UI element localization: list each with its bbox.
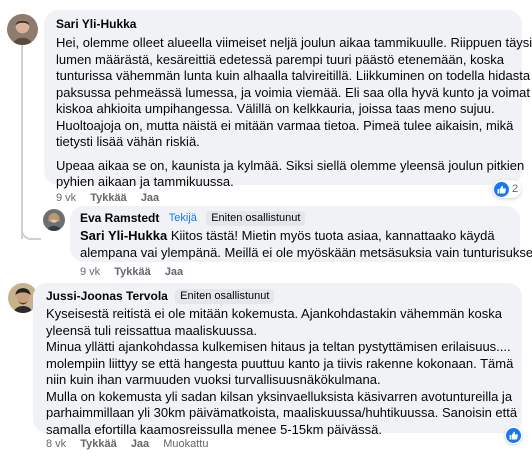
text-line: Kyseisestä reitistä ei ole mitään kokemu… <box>46 306 502 321</box>
like-button[interactable]: Tykkää <box>80 438 117 450</box>
comment-meta: 9 vk Tykkää Jaa <box>56 191 170 205</box>
comment-timestamp[interactable]: 9 vk <box>80 266 100 278</box>
comment-author: Jussi-Joonas Tervola Eniten osallistunut <box>46 289 509 304</box>
comment-timestamp[interactable]: 9 vk <box>56 192 76 204</box>
avatar[interactable] <box>43 209 65 231</box>
author-name[interactable]: Eva Ramstedt <box>80 211 159 225</box>
text-line: yleensä tuli reissattua maaliskuussa. <box>46 322 257 338</box>
author-name[interactable]: Jussi-Joonas Tervola <box>46 289 168 303</box>
top-contributor-badge: Eniten osallistunut <box>175 289 275 304</box>
comment-text: Kyseisestä reitistä ei ole mitään kokemu… <box>46 306 518 438</box>
text-line: tietysti lisää vähän riskiä. <box>56 134 200 149</box>
like-button[interactable]: Tykkää <box>90 192 127 204</box>
text-line: kiskoa ahkioita umpihangessa. Välillä on… <box>56 101 495 116</box>
like-button[interactable]: Tykkää <box>114 266 151 278</box>
text-line: Mulla on kokemusta yli sadan kilsan yksi… <box>46 388 513 404</box>
top-contributor-badge: Eniten osallistunut <box>206 211 306 226</box>
text-line: alempana vai ylempänä. Meillä ei ole myö… <box>80 244 532 260</box>
text-line: Huoltoajoja on, mutta näistä ei mitään v… <box>56 117 514 133</box>
text-line: Sari Yli-Hukka Kiitos tästä! Mietin myös… <box>80 228 510 245</box>
reaction-count: 2 <box>512 183 519 195</box>
comment-paragraph: Hei, olemme olleet alueella viimeiset ne… <box>56 35 532 151</box>
text-line: pyhien aikaan ja tammikuussa. <box>56 174 234 189</box>
text-line: Minua yllätti ajankohdassa kulkemisen hi… <box>46 339 511 354</box>
comment-author: Eva Ramstedt Tekijä Eniten osallistunut <box>80 211 510 226</box>
like-icon <box>494 181 509 197</box>
text-line: molempiin liittyy se että hangesta puutt… <box>46 355 514 371</box>
edited-label: Muokattu <box>163 438 209 450</box>
text-line: paksussa pehmeässä lumessa, ja voimia vi… <box>56 84 531 100</box>
comment-meta: 8 vk Tykkää Jaa Muokattu <box>46 437 219 451</box>
reply-button[interactable]: Jaa <box>141 192 159 204</box>
avatar[interactable] <box>7 14 38 45</box>
text-line: Hei, olemme olleet alueella viimeiset ne… <box>56 35 532 50</box>
text-line: lumen määrästä, kesäreittiä edetessä par… <box>56 51 505 67</box>
text-line: niin kuin ihan varmuuden vuoksi turvalli… <box>46 372 381 387</box>
text-line: tunturissa vähemmän lunta kuin alhaalla … <box>56 68 531 83</box>
reply-button[interactable]: Jaa <box>165 266 183 278</box>
comment-meta: 9 vk Tykkää Jaa <box>80 265 194 279</box>
like-icon <box>506 427 521 443</box>
reply-bubble: Eva Ramstedt Tekijä Eniten osallistunut … <box>70 206 532 262</box>
comment-bubble: Sari Yli-Hukka Hei, olemme olleet alueel… <box>44 10 532 189</box>
comment-paragraph: Upeaa aikaa se on, kaunista ja kylmää. S… <box>56 157 525 191</box>
thread-branch <box>21 226 41 240</box>
text-fragment: Kiitos tästä! Mietin myös tuota asiaa, k… <box>167 228 495 243</box>
text-line: Upeaa aikaa se on, kaunista ja kylmää. S… <box>56 157 525 173</box>
text-line: parhaimmillaan yli 30km päivämatkoista, … <box>46 405 518 420</box>
thread-line <box>21 44 23 239</box>
reaction-summary[interactable]: 2 <box>493 180 522 198</box>
comment-timestamp[interactable]: 8 vk <box>46 438 66 450</box>
reaction-summary[interactable] <box>505 426 522 444</box>
mention-link[interactable]: Sari Yli-Hukka <box>80 228 167 243</box>
comment-bubble: Jussi-Joonas Tervola Eniten osallistunut… <box>33 283 522 437</box>
comment-text: Hei, olemme olleet alueella viimeiset ne… <box>56 35 532 191</box>
author-badge: Tekijä <box>168 212 197 224</box>
comment-text: Sari Yli-Hukka Kiitos tästä! Mietin myös… <box>80 228 532 261</box>
reply-button[interactable]: Jaa <box>131 438 149 450</box>
comment-author[interactable]: Sari Yli-Hukka <box>56 17 510 32</box>
text-line: samalla efortilla kaamosreissulla menee … <box>46 421 382 437</box>
